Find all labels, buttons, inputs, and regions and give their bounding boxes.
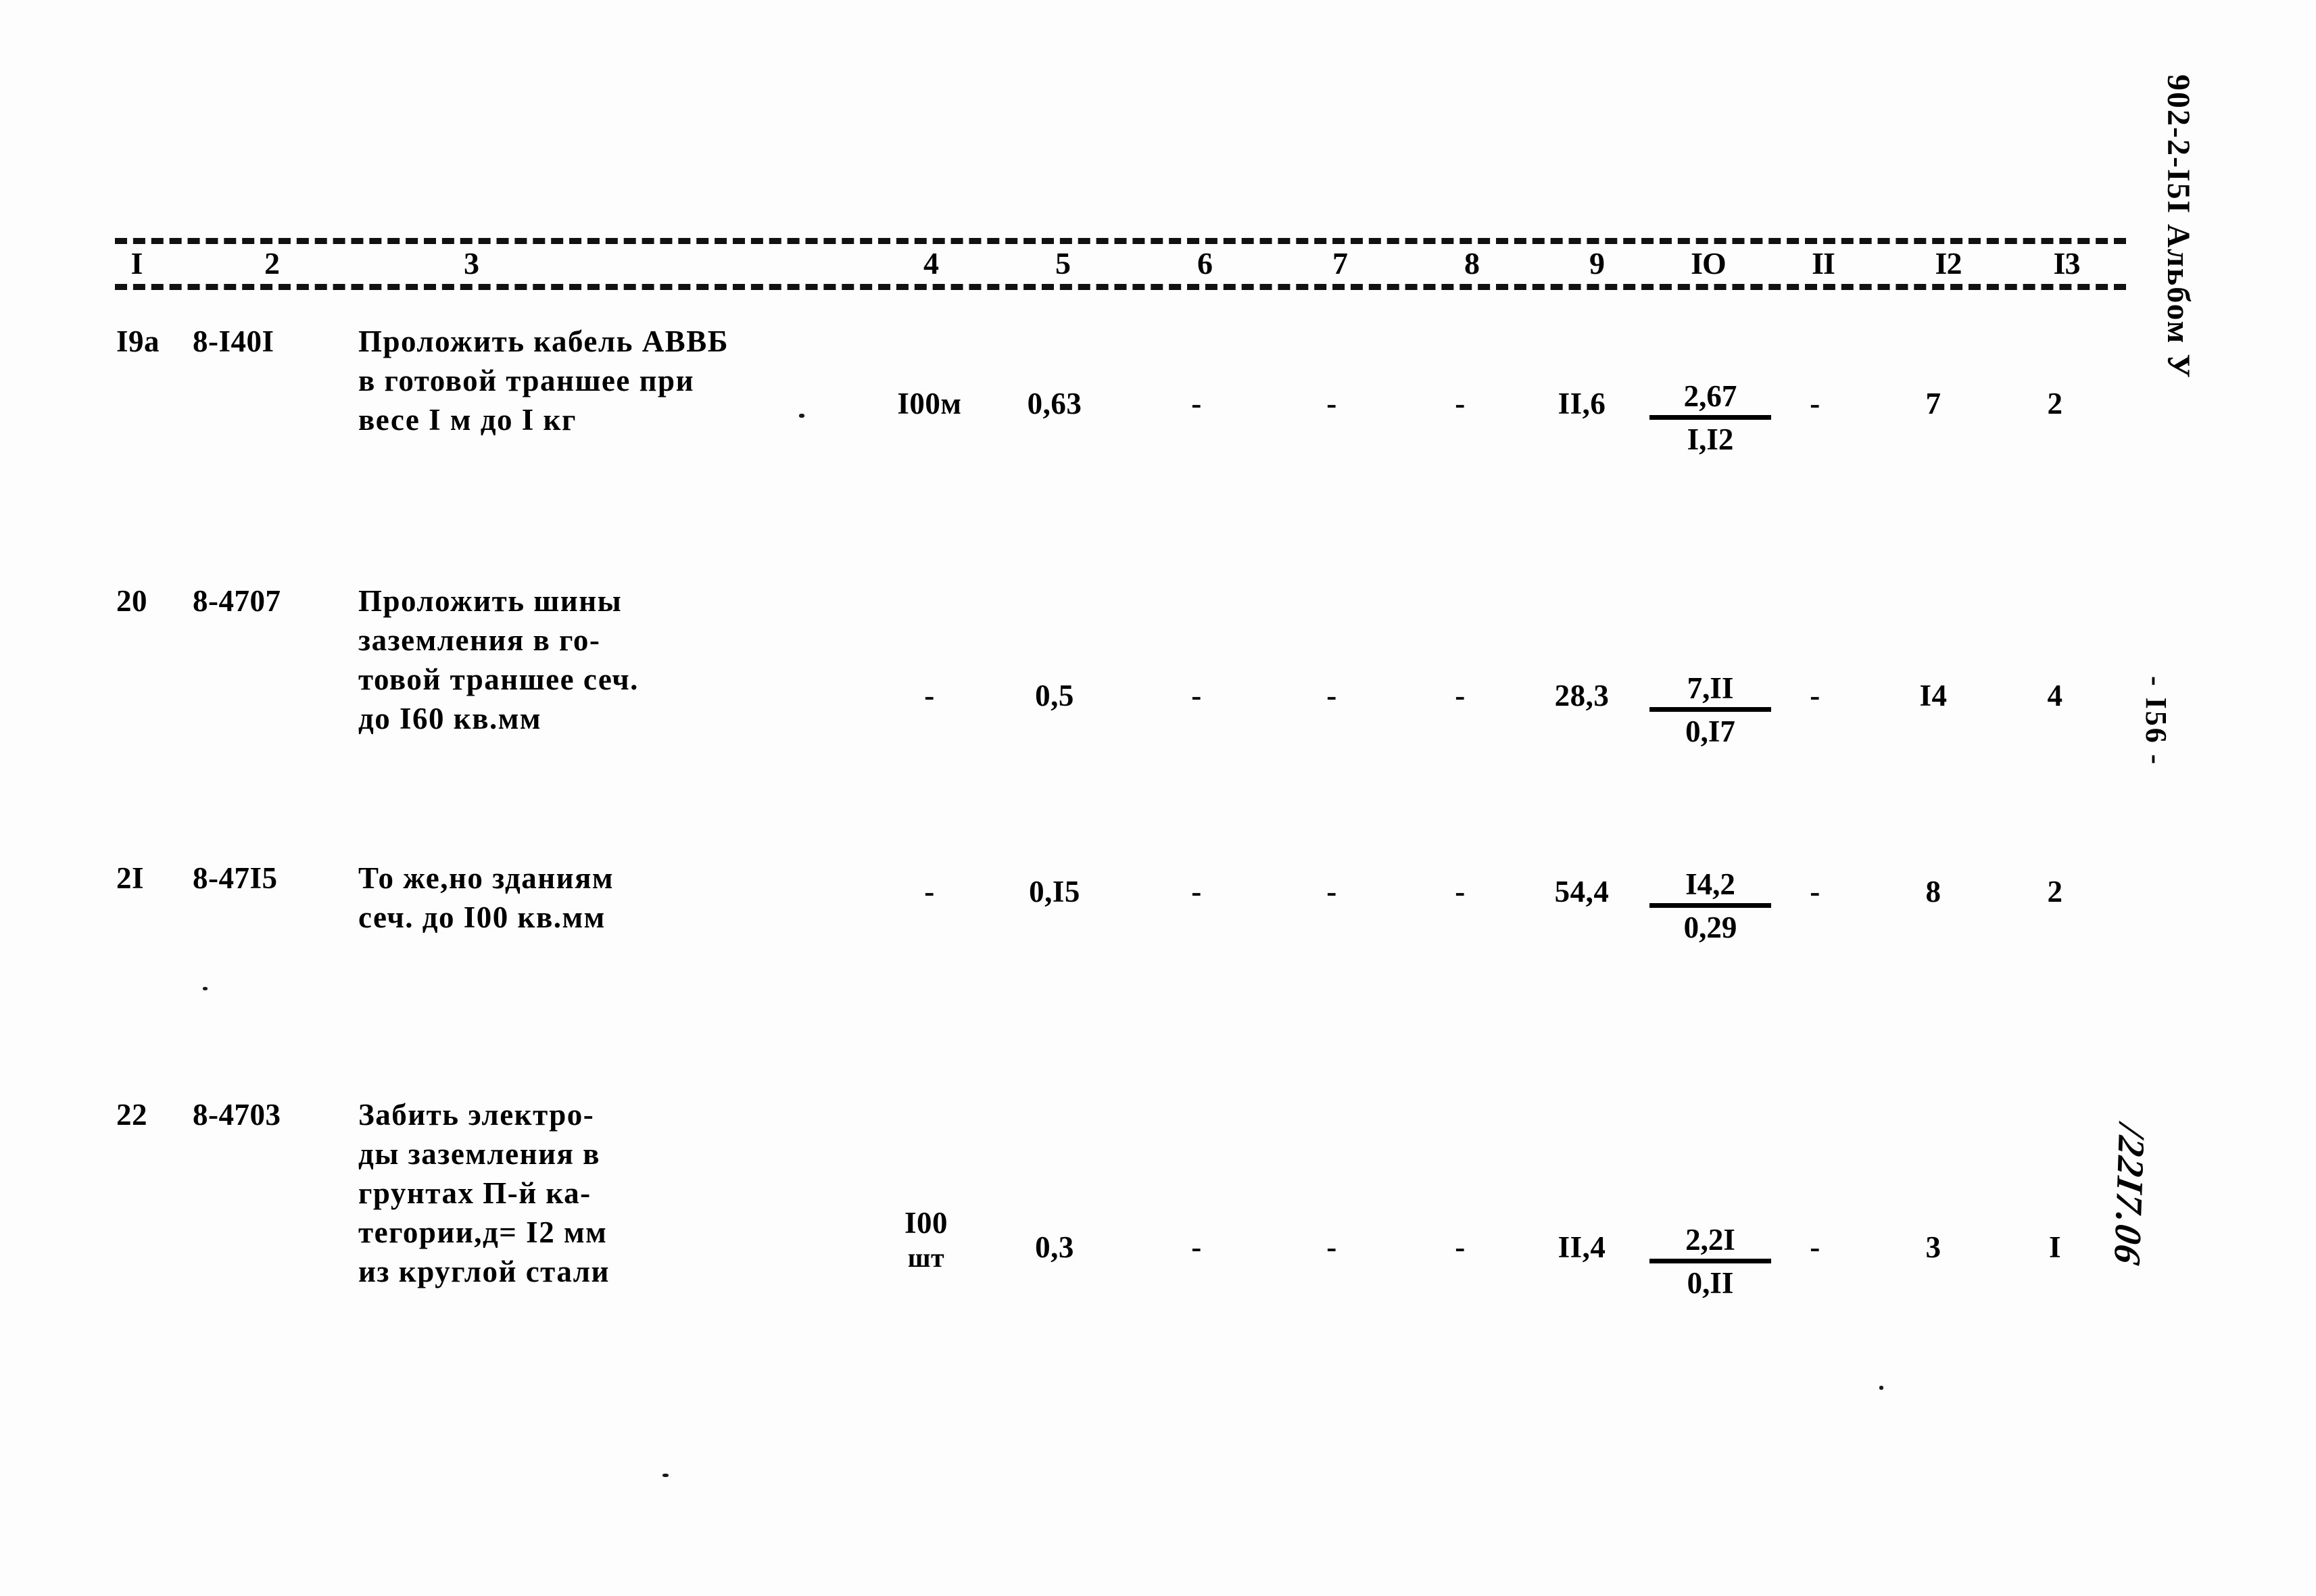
row-2-col-1: 20 (116, 584, 147, 618)
row-2-col-10-denominator: 0,I7 (1685, 715, 1735, 748)
column-header-8: 8 (1447, 245, 1497, 283)
scan-speck (1879, 1386, 1883, 1390)
row-4-col-6: - (1191, 1230, 1202, 1264)
row-4-col-13: I (2048, 1230, 2061, 1264)
row-4-desc-line-5: из круглой стали (358, 1255, 610, 1288)
column-header-1: I (115, 245, 158, 283)
column-header-12: I2 (1916, 245, 1980, 283)
row-1-desc-line-3: весе I м до I кг (358, 403, 577, 437)
row-1-col-7: - (1326, 387, 1337, 420)
row-4-desc-line-4: тегории,д= I2 мм (358, 1215, 608, 1249)
row-4-col-12: 3 (1925, 1230, 1941, 1264)
row-1-col-5: 0,63 (1027, 387, 1082, 420)
row-1-col-12: 7 (1925, 387, 1941, 420)
row-3-col-9: 54,4 (1554, 875, 1610, 909)
row-3-col-10-numerator: I4,2 (1685, 867, 1735, 901)
row-2-col-6: - (1191, 679, 1202, 712)
row-2-col-2: 8-4707 (193, 584, 281, 618)
column-header-5: 5 (1038, 245, 1088, 283)
row-2-col-8: - (1455, 679, 1466, 712)
row-3-col-5: 0,I5 (1029, 875, 1080, 909)
row-4-desc-line-3: грунтах П-й ка- (358, 1176, 592, 1210)
row-1-col-2: 8-I40I (193, 324, 274, 358)
row-3-col-4: - (924, 875, 935, 909)
fraction-bar (1649, 903, 1771, 908)
row-2-col-10-fraction: 7,II 0,I7 (1649, 671, 1771, 749)
row-2-col-11: - (1810, 679, 1820, 712)
row-4-col-7: - (1326, 1230, 1337, 1264)
handwritten-annotation: /22I7.06 (2106, 1121, 2153, 1269)
row-4-col-10-fraction: 2,2I 0,II (1649, 1222, 1771, 1301)
column-header-13: I3 (2035, 245, 2098, 283)
row-4-col-1: 22 (116, 1098, 147, 1132)
row-2-col-9: 28,3 (1554, 679, 1610, 712)
row-1-col-10-denominator: I,I2 (1687, 422, 1734, 456)
row-1-col-1: I9а (116, 324, 160, 358)
row-4-col-9: II,4 (1558, 1230, 1606, 1264)
row-3-col-11: - (1810, 875, 1820, 909)
row-4-col-4-unit: шт (907, 1242, 945, 1273)
row-2-col-7: - (1326, 679, 1337, 712)
row-2-desc-line-4: до I60 кв.мм (358, 702, 542, 735)
row-3-col-1: 2I (116, 861, 145, 895)
row-4-desc-line-2: ды заземления в (358, 1137, 600, 1171)
row-2-desc-line-2: заземления в го- (358, 623, 601, 657)
row-1-desc-line-2: в готовой траншее при (358, 364, 695, 397)
column-header-9: 9 (1572, 245, 1622, 283)
row-4-col-4-amount: I00 (904, 1206, 948, 1240)
row-1-col-10-numerator: 2,67 (1683, 379, 1737, 413)
scan-speck (799, 414, 804, 418)
row-3-col-2: 8-47I5 (193, 861, 278, 895)
column-header-3: 3 (446, 245, 496, 283)
row-1-col-11: - (1810, 387, 1820, 420)
row-1-col-4: I00м (897, 387, 962, 420)
row-3-col-10-fraction: I4,2 0,29 (1649, 867, 1771, 945)
column-header-6: 6 (1180, 245, 1230, 283)
row-3-col-13: 2 (2047, 875, 2063, 909)
row-4-col-10-numerator: 2,2I (1685, 1223, 1735, 1257)
row-3-col-12: 8 (1925, 875, 1941, 909)
row-2-col-12: I4 (1919, 679, 1948, 712)
row-2-col-13: 4 (2047, 679, 2063, 712)
row-3-desc-line-2: сеч. до I00 кв.мм (358, 900, 606, 934)
row-3-col-10-denominator: 0,29 (1683, 911, 1737, 944)
row-2-col-4: - (924, 679, 935, 712)
table-column-header-row: I 2 3 4 5 6 7 8 9 IO II I2 I3 (0, 245, 2316, 285)
fraction-bar (1649, 415, 1771, 420)
column-header-7: 7 (1315, 245, 1365, 283)
row-4-col-2: 8-4703 (193, 1098, 281, 1132)
row-4-desc-line-1: Забить электро- (358, 1098, 595, 1132)
row-4-col-10-denominator: 0,II (1687, 1266, 1734, 1300)
row-2-col-10-numerator: 7,II (1687, 671, 1734, 705)
row-1-col-10-fraction: 2,67 I,I2 (1649, 379, 1771, 457)
row-3-desc-line-1: То же,но зданиям (358, 861, 614, 895)
row-4-col-11: - (1810, 1230, 1820, 1264)
fraction-bar (1649, 1259, 1771, 1263)
page-number-label: - I56 - (2140, 676, 2173, 767)
album-code-label: 902-2-I5I Альбом У (2161, 74, 2196, 379)
row-2-desc-line-3: товой траншее сеч. (358, 662, 639, 696)
scanned-page: I 2 3 4 5 6 7 8 9 IO II I2 I3 I9а 8-I40I… (0, 0, 2316, 1596)
row-3-col-6: - (1191, 875, 1202, 909)
scan-speck (662, 1474, 669, 1477)
column-header-10: IO (1676, 245, 1740, 283)
row-1-col-13: 2 (2047, 387, 2063, 420)
row-4-col-5: 0,3 (1035, 1230, 1074, 1264)
row-4-col-8: - (1455, 1230, 1466, 1264)
row-1-col-6: - (1191, 387, 1202, 420)
row-1-col-8: - (1455, 387, 1466, 420)
column-header-4: 4 (906, 245, 956, 283)
row-1-col-9: II,6 (1558, 387, 1606, 420)
row-2-desc-line-1: Проложить шины (358, 584, 623, 618)
row-1-desc-line-1: Проложить кабель АВВБ (358, 324, 729, 358)
column-header-11: II (1791, 245, 1855, 283)
column-header-2: 2 (247, 245, 297, 283)
row-3-col-8: - (1455, 875, 1466, 909)
scan-speck (203, 987, 208, 990)
row-3-col-7: - (1326, 875, 1337, 909)
fraction-bar (1649, 707, 1771, 712)
row-2-col-5: 0,5 (1035, 679, 1074, 712)
header-rule-top (115, 238, 2126, 244)
